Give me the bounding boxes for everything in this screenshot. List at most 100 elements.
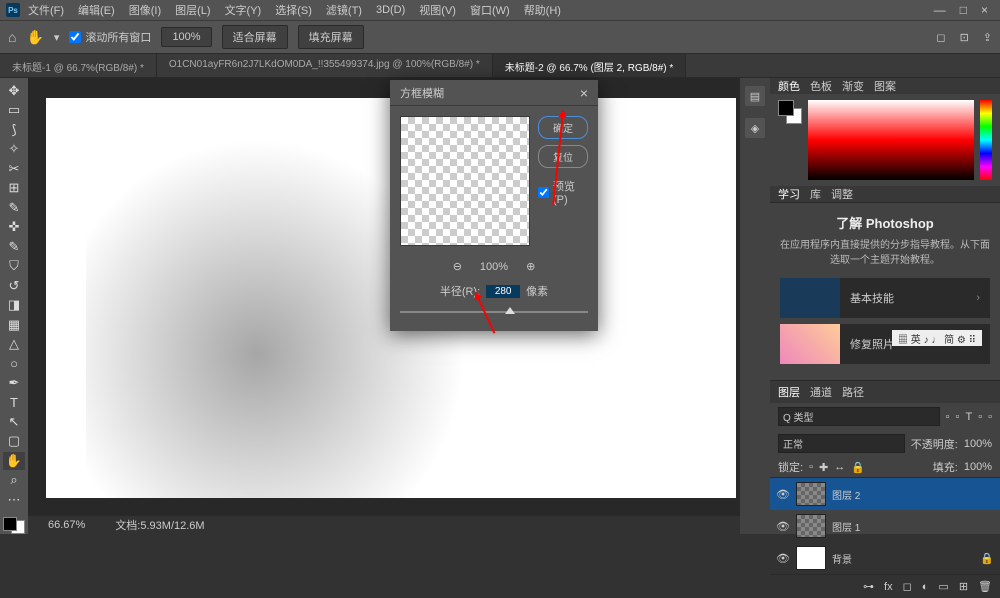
tab-doc2[interactable]: O1CN01ayFR6n2J7LKdOM0DA_!!355499374.jpg … [157,54,493,77]
tab-doc1[interactable]: 未标题-1 @ 66.7%(RGB/8#) * [0,54,157,77]
learn-card-basics[interactable]: 基本技能 › [780,278,990,318]
menu-file[interactable]: 文件(F) [22,0,70,20]
preview-area[interactable] [400,116,530,246]
lock-icon[interactable]: ↔ [834,461,845,473]
brush-tool[interactable]: ✎ [3,238,25,255]
zoom-level[interactable]: 66.67% [48,519,85,531]
hand-tool-icon[interactable]: ✋ [26,29,43,46]
mask-icon[interactable]: ◻ [903,580,912,593]
tab-patterns[interactable]: 图案 [874,78,896,94]
wand-tool[interactable]: ✧ [3,140,25,157]
ime-bar[interactable]: ▦ 英 ♪ ♩ 简 ⚙ ⠿ [892,330,982,346]
tab-adjustments[interactable]: 调整 [831,186,853,202]
layer-name[interactable]: 背景 [832,551,974,566]
lock-icon[interactable]: ▫ [809,461,813,473]
window-min[interactable]: — [934,3,946,17]
tab-learn[interactable]: 学习 [778,186,800,202]
new-layer-icon[interactable]: ⊞ [959,580,968,593]
menu-view[interactable]: 视图(V) [413,0,462,20]
actual-pixels-button[interactable]: 100% [161,27,211,47]
visibility-icon[interactable]: 👁 [776,552,790,565]
layer-row[interactable]: 👁 图层 1 [770,510,1000,542]
tab-channels[interactable]: 通道 [810,384,832,400]
fill-screen-button[interactable]: 填充屏幕 [298,25,364,49]
visibility-icon[interactable]: 👁 [776,488,790,501]
fx-icon[interactable]: fx [884,581,893,593]
preview-checkbox[interactable]: 预览(P) [538,178,588,206]
tab-doc3[interactable]: 未标题-2 @ 66.7% (图层 2, RGB/8#) * [493,54,687,77]
shape-tool[interactable]: ▢ [3,433,25,450]
opacity-value[interactable]: 100% [964,438,992,450]
move-tool[interactable]: ✥ [3,82,25,99]
group-icon[interactable]: ▭ [938,580,948,593]
filter-icon[interactable]: ▫ [978,411,982,423]
workspace-icon[interactable]: ⊡ [960,31,969,44]
link-icon[interactable]: ⊶ [863,580,874,593]
lock-icon[interactable]: 🔒 [851,461,865,474]
gradient-tool[interactable]: ▦ [3,316,25,333]
menu-type[interactable]: 文字(Y) [219,0,268,20]
lock-icon[interactable]: ✚ [819,461,828,474]
menu-image[interactable]: 图像(I) [123,0,167,20]
zoom-in-icon[interactable]: ⊕ [526,260,535,273]
radius-slider[interactable] [400,305,588,323]
blend-mode-select[interactable]: 正常 [778,434,905,453]
delete-icon[interactable]: 🗑 [978,580,992,593]
close-icon[interactable]: × [580,85,588,101]
tab-libraries[interactable]: 库 [810,186,821,202]
adjustment-icon[interactable]: ◐ [922,581,929,593]
color-swatch[interactable] [3,517,25,534]
filter-icon[interactable]: T [965,411,972,423]
tab-color[interactable]: 颜色 [778,78,800,94]
cancel-button[interactable]: 复位 [538,145,588,168]
window-max[interactable]: □ [960,3,967,17]
hue-slider[interactable] [980,100,992,180]
eyedropper-tool[interactable]: ✎ [3,199,25,216]
lasso-tool[interactable]: ⟆ [3,121,25,138]
stamp-tool[interactable]: ⛉ [3,257,25,274]
pen-tool[interactable]: ✒ [3,374,25,391]
eraser-tool[interactable]: ◨ [3,296,25,313]
layer-name[interactable]: 图层 1 [832,519,994,534]
filter-icon[interactable]: ▫ [956,411,960,423]
crop-tool[interactable]: ✂ [3,160,25,177]
layer-name[interactable]: 图层 2 [832,487,994,502]
panel-icon-1[interactable]: ▤ [745,86,765,106]
menu-select[interactable]: 选择(S) [269,0,318,20]
menu-filter[interactable]: 滤镜(T) [320,0,368,20]
menu-3d[interactable]: 3D(D) [370,2,411,18]
edit-toolbar[interactable]: ⋯ [3,491,25,508]
blur-tool[interactable]: △ [3,335,25,352]
radius-input[interactable] [486,285,520,298]
share-icon[interactable]: ⇪ [983,31,992,44]
tab-layers[interactable]: 图层 [778,384,800,400]
fill-value[interactable]: 100% [964,461,992,473]
layer-kind-select[interactable]: Q 类型 [778,407,940,426]
marquee-tool[interactable]: ▭ [3,101,25,118]
history-brush-tool[interactable]: ↺ [3,277,25,294]
tab-paths[interactable]: 路径 [842,384,864,400]
menu-edit[interactable]: 编辑(E) [72,0,121,20]
path-tool[interactable]: ↖ [3,413,25,430]
color-picker[interactable] [808,100,974,180]
heal-tool[interactable]: ✜ [3,218,25,235]
layer-row[interactable]: 👁 图层 2 [770,478,1000,510]
search-icon[interactable]: ◻ [936,31,945,44]
panel-swatch[interactable] [778,100,802,124]
fit-screen-button[interactable]: 适合屏幕 [222,25,288,49]
menu-window[interactable]: 窗口(W) [464,0,516,20]
panel-icon-2[interactable]: ◈ [745,118,765,138]
chevron-down-icon[interactable]: ▾ [54,31,60,44]
filter-icon[interactable]: ▫ [946,411,950,423]
tab-gradients[interactable]: 渐变 [842,78,864,94]
menu-help[interactable]: 帮助(H) [518,0,567,20]
visibility-icon[interactable]: 👁 [776,520,790,533]
menu-layer[interactable]: 图层(L) [169,0,216,20]
frame-tool[interactable]: ⊞ [3,179,25,196]
zoom-out-icon[interactable]: ⊖ [453,260,462,273]
home-icon[interactable]: ⌂ [8,29,16,45]
scroll-all-checkbox[interactable]: 滚动所有窗口 [69,29,151,45]
type-tool[interactable]: T [3,394,25,411]
hand-tool[interactable]: ✋ [3,452,25,469]
window-close[interactable]: × [981,3,988,17]
